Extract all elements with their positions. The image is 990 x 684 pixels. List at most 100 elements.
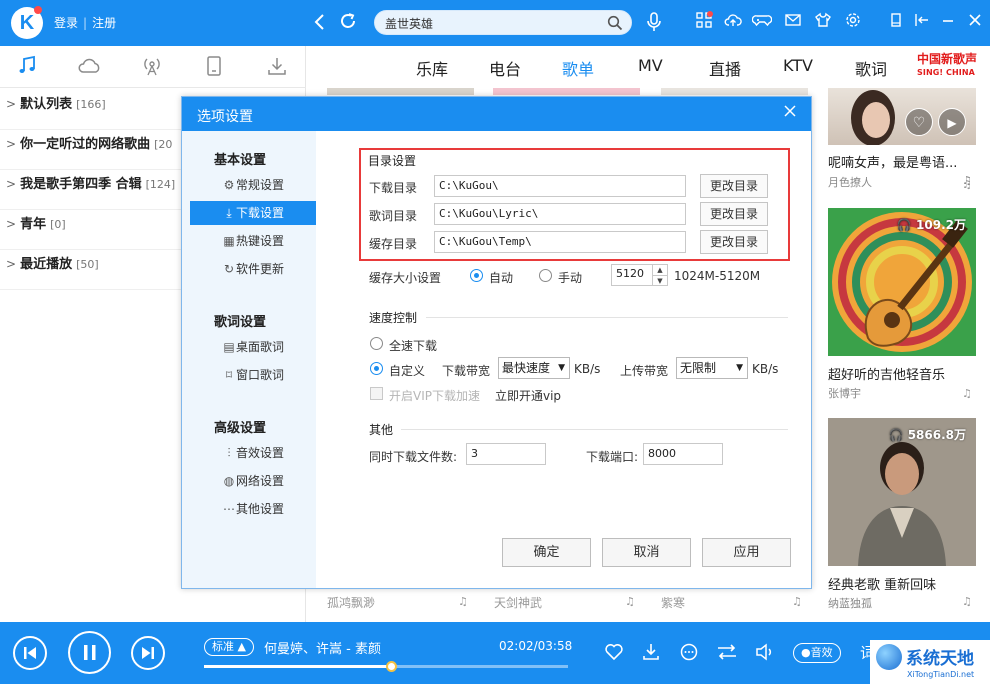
add-to-list-icon[interactable]: ♫: [962, 178, 972, 191]
now-playing-title[interactable]: 何曼婷、许嵩 - 素颜: [264, 638, 381, 657]
upload-bandwidth-select[interactable]: 无限制 ▼: [676, 357, 748, 379]
sidebar-item-other[interactable]: ⋯ 其他设置: [190, 497, 316, 521]
microphone-icon[interactable]: [645, 11, 663, 33]
card-author[interactable]: 月色撩人: [828, 174, 872, 190]
radio-antenna-icon[interactable]: [139, 55, 165, 79]
previous-track-icon[interactable]: [13, 636, 47, 670]
tab-lyrics[interactable]: 歌词: [855, 56, 887, 80]
stepper-down-icon[interactable]: ▼: [652, 275, 667, 285]
more-icon[interactable]: [678, 642, 700, 664]
refresh-icon[interactable]: [338, 11, 358, 33]
sound-effect-button[interactable]: ●音效: [793, 643, 841, 663]
watermark-globe-icon: [876, 644, 902, 670]
tab-ktv[interactable]: KTV: [783, 56, 813, 75]
sidebar-item-sound-effects[interactable]: ⫶ 音效设置: [190, 441, 316, 465]
pause-icon[interactable]: [68, 631, 111, 674]
gamepad-icon[interactable]: [751, 11, 773, 33]
playlist-name: 我是歌手第四季 合辑: [20, 177, 142, 192]
register-link[interactable]: 注册: [92, 16, 116, 30]
progress-knob[interactable]: [385, 661, 397, 672]
card-author[interactable]: 纳蓝独孤: [828, 595, 872, 611]
download-icon[interactable]: [640, 642, 662, 664]
cover-fragment: [327, 88, 474, 95]
full-speed-label[interactable]: 全速下载: [389, 337, 437, 354]
device-icon[interactable]: [201, 55, 227, 79]
vip-open-link[interactable]: 立即开通vip: [495, 387, 561, 404]
sidebar-item-download[interactable]: ⤓ 下载设置: [190, 201, 316, 225]
mini-mode-icon[interactable]: [885, 11, 907, 33]
skin-icon[interactable]: [812, 11, 834, 33]
play-order-icon[interactable]: [716, 642, 738, 664]
full-speed-radio[interactable]: [370, 337, 383, 350]
next-track-icon[interactable]: [131, 636, 165, 670]
card-author[interactable]: 张博宇: [828, 385, 861, 401]
cache-size-stepper[interactable]: 5120 ▲ ▼: [611, 264, 668, 286]
cloud-upload-icon[interactable]: [722, 11, 744, 33]
close-icon[interactable]: [964, 11, 986, 33]
sing-china-banner[interactable]: 中国新歌声 SING! CHINA: [917, 53, 977, 79]
download-port-input[interactable]: 8000: [643, 443, 723, 465]
back-icon[interactable]: [310, 12, 330, 32]
add-to-list-icon[interactable]: ♫: [962, 387, 972, 400]
card-title[interactable]: 经典老歌 重新回味: [828, 574, 936, 593]
ok-button[interactable]: 确定: [502, 538, 591, 567]
tab-playlists[interactable]: 歌单: [562, 56, 594, 80]
sidebar-item-update[interactable]: ↻ 软件更新: [190, 257, 316, 281]
cache-manual-radio[interactable]: [539, 269, 552, 282]
quality-selector[interactable]: 标准 ▲: [204, 638, 254, 656]
tab-library[interactable]: 乐库: [416, 56, 448, 80]
add-to-list-icon[interactable]: ♫: [962, 595, 972, 608]
change-download-dir-button[interactable]: 更改目录: [700, 174, 768, 198]
change-cache-dir-button[interactable]: 更改目录: [700, 230, 768, 254]
mail-icon[interactable]: [782, 11, 804, 33]
tab-mv[interactable]: MV: [638, 56, 663, 75]
volume-icon[interactable]: [754, 642, 776, 664]
cache-manual-label[interactable]: 手动: [558, 269, 582, 286]
favorite-heart-icon[interactable]: ♡: [905, 108, 933, 136]
card-title[interactable]: 超好听的吉他轻音乐: [828, 364, 945, 383]
cache-auto-radio[interactable]: [470, 269, 483, 282]
sidebar-item-desktop-lyrics[interactable]: ▤ 桌面歌词: [190, 335, 316, 359]
add-to-list-icon[interactable]: ♫: [458, 595, 468, 608]
tab-radio[interactable]: 电台: [489, 56, 521, 80]
download-dir-field[interactable]: C:\KuGou\: [434, 175, 686, 197]
apps-icon[interactable]: [693, 11, 715, 33]
custom-speed-label[interactable]: 自定义: [389, 362, 425, 379]
card-author[interactable]: 紫寒: [661, 594, 685, 611]
custom-speed-radio[interactable]: [370, 362, 383, 375]
minimize-icon[interactable]: [937, 11, 959, 33]
dialog-close-icon[interactable]: [781, 103, 799, 123]
minimize-to-side-icon[interactable]: [911, 11, 933, 33]
login-link[interactable]: 登录: [54, 16, 78, 30]
sidebar-item-general[interactable]: ⚙ 常规设置: [190, 173, 316, 197]
heart-icon[interactable]: [603, 642, 625, 664]
cache-dir-field[interactable]: C:\KuGou\Temp\: [434, 231, 686, 253]
apply-button[interactable]: 应用: [702, 538, 791, 567]
tab-live[interactable]: 直播: [709, 56, 741, 80]
add-to-list-icon[interactable]: ♫: [625, 595, 635, 608]
download-icon[interactable]: [264, 55, 290, 79]
vip-accel-checkbox[interactable]: [370, 387, 383, 400]
search-input[interactable]: [385, 14, 595, 32]
play-icon[interactable]: ▶: [938, 108, 966, 136]
settings-gear-icon[interactable]: [842, 11, 864, 33]
cancel-button[interactable]: 取消: [602, 538, 691, 567]
music-note-icon[interactable]: [14, 55, 40, 79]
cloud-icon[interactable]: [77, 55, 103, 79]
add-to-list-icon[interactable]: ♫: [792, 595, 802, 608]
card-author[interactable]: 孤鸿飘渺: [327, 594, 375, 611]
card-author[interactable]: 天剑神武: [494, 594, 542, 611]
cache-auto-label[interactable]: 自动: [489, 269, 513, 286]
download-dir-label: 下载目录: [369, 181, 418, 195]
card-title[interactable]: 呢喃女声，最是粤语...: [828, 152, 957, 171]
download-bandwidth-select[interactable]: 最快速度 ▼: [498, 357, 570, 379]
sidebar-item-hotkeys[interactable]: ▦ 热键设置: [190, 229, 316, 253]
sidebar-item-window-lyrics[interactable]: ⌑ 窗口歌词: [190, 363, 316, 387]
sidebar-item-network[interactable]: ◍ 网络设置: [190, 469, 316, 493]
lyric-dir-field[interactable]: C:\KuGou\Lyric\: [434, 203, 686, 225]
progress-bar[interactable]: [204, 661, 568, 672]
search-icon[interactable]: [607, 15, 623, 31]
concurrent-downloads-input[interactable]: 3: [466, 443, 546, 465]
change-lyric-dir-button[interactable]: 更改目录: [700, 202, 768, 226]
stepper-up-icon[interactable]: ▲: [652, 265, 667, 275]
